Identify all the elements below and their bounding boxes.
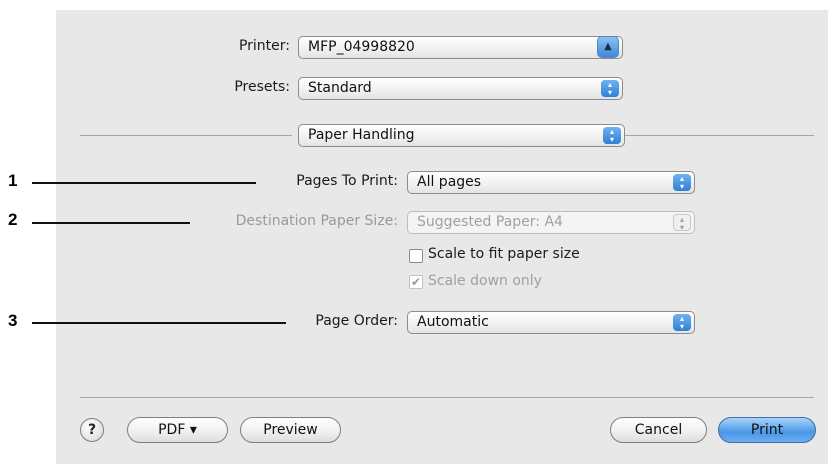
page-order-popup[interactable]: Automatic ▴ ▾ [407, 311, 695, 334]
page-order-value: Automatic [417, 314, 489, 330]
section-divider-right [624, 135, 814, 136]
stepper-icon: ▴▾ [603, 127, 621, 144]
printer-value: MFP_04998820 [308, 39, 415, 55]
presets-value: Standard [308, 80, 372, 96]
pages-to-print-popup[interactable]: All pages ▴ ▾ [407, 171, 695, 194]
stepper-icon: ▴▾ [673, 314, 691, 331]
scale-down-only-checkbox: ✔ [409, 275, 423, 289]
destination-paper-size-value: Suggested Paper: A4 [417, 214, 563, 230]
printer-label: Printer: [238, 38, 290, 54]
scale-to-fit-label: Scale to fit paper size [428, 246, 580, 262]
callout-line-1 [32, 182, 256, 184]
page-order-label: Page Order: [315, 313, 398, 329]
stepper-icon: ▴▾ [601, 80, 619, 97]
section-divider-left [80, 135, 292, 136]
callout-number-1: 1 [8, 171, 18, 190]
pdf-button[interactable]: PDF ▾ [127, 417, 228, 443]
bottom-divider [80, 397, 814, 398]
help-button[interactable]: ? [80, 418, 104, 442]
disclosure-triangle-icon: ▲ [604, 41, 612, 52]
printer-popup[interactable]: MFP_04998820 ▴▾ [298, 36, 623, 59]
panel-value: Paper Handling [308, 127, 415, 143]
presets-popup[interactable]: Standard ▴ ▾ [298, 77, 623, 100]
stepper-icon: ▴▾ [673, 174, 691, 191]
preview-button[interactable]: Preview [240, 417, 341, 443]
destination-paper-size-label: Destination Paper Size: [235, 213, 398, 229]
scale-down-only-label: Scale down only [428, 273, 542, 289]
print-button[interactable]: Print [718, 417, 816, 443]
callout-number-2: 2 [8, 210, 18, 229]
pages-to-print-value: All pages [417, 174, 482, 190]
panel-popup[interactable]: Paper Handling ▴ ▾ [298, 124, 625, 147]
callout-number-3: 3 [8, 311, 18, 330]
callout-line-2 [32, 222, 190, 224]
disclosure-button[interactable]: ▲ [597, 36, 619, 58]
presets-label: Presets: [234, 79, 290, 95]
cancel-button[interactable]: Cancel [610, 417, 707, 443]
checkmark-icon: ✔ [410, 275, 422, 289]
scale-to-fit-checkbox[interactable] [409, 249, 423, 263]
stepper-icon: ▴▾ [673, 214, 691, 232]
callout-line-3 [32, 322, 286, 324]
destination-paper-size-popup: Suggested Paper: A4 ▴ ▾ [407, 211, 695, 234]
pages-to-print-label: Pages To Print: [296, 173, 398, 189]
